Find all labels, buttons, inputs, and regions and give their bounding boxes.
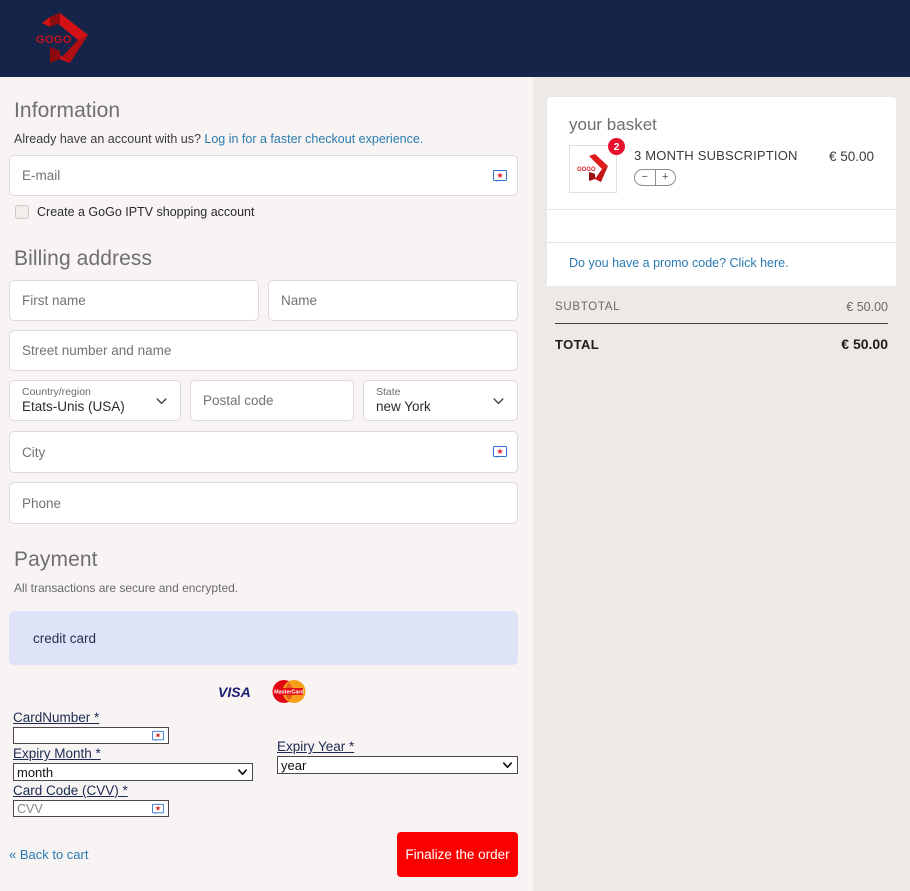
order-summary-column: your basket GOGO 2 3 MONTH SUBSCRIPTION …	[533, 77, 910, 891]
visa-icon: VISA	[218, 684, 251, 699]
last-name-placeholder: Name	[281, 293, 318, 308]
first-name-placeholder: First name	[22, 293, 86, 308]
total-label: TOTAL	[555, 336, 600, 352]
email-placeholder: E-mail	[22, 168, 61, 183]
card-brand-logos: VISA MasterCard	[9, 679, 518, 704]
create-account-label: Create a GoGo IPTV shopping account	[37, 205, 255, 219]
chevron-down-icon	[238, 769, 247, 776]
card-left-column: CardNumber * ★ Expiry Month * month Card…	[9, 710, 273, 819]
expiry-month-value: month	[17, 764, 54, 780]
credit-card-method[interactable]: credit card	[9, 611, 518, 665]
svg-text:VISA: VISA	[218, 684, 251, 699]
svg-text:★: ★	[496, 447, 503, 456]
city-placeholder: City	[22, 444, 46, 460]
billing-address-title: Billing address	[14, 247, 153, 270]
promo-code-row: Do you have a promo code? Click here.	[547, 242, 896, 286]
subtotal-label: SUBTOTAL	[555, 301, 621, 313]
state-label: State	[376, 386, 401, 398]
checkout-form-column: Information Already have an account with…	[0, 77, 533, 891]
svg-text:GOGO: GOGO	[36, 34, 72, 46]
quantity-badge: 2	[608, 138, 625, 155]
last-name-field[interactable]: Name	[268, 280, 518, 321]
account-prompt-text: Already have an account with us?	[14, 132, 201, 146]
chevron-down-icon	[156, 397, 167, 404]
svg-text:★: ★	[155, 804, 161, 812]
expiry-month-select[interactable]: month	[13, 763, 253, 781]
promo-code-link[interactable]: Do you have a promo code? Click here.	[569, 256, 789, 270]
cvv-label: Card Code (CVV) *	[13, 783, 128, 798]
quantity-stepper[interactable]: − +	[634, 169, 676, 186]
card-number-input[interactable]: ★	[13, 727, 169, 744]
city-field[interactable]: City ★	[9, 431, 518, 473]
basket-spacer	[547, 210, 896, 242]
site-header: GOGO	[0, 0, 910, 77]
email-field[interactable]: E-mail ★	[9, 155, 518, 196]
checkout-page: Information Already have an account with…	[0, 77, 910, 891]
finalize-order-button[interactable]: Finalize the order	[397, 832, 518, 877]
basket-item-details: 3 MONTH SUBSCRIPTION − +	[617, 145, 829, 186]
payment-title: Payment	[14, 548, 98, 571]
product-logo-icon: GOGO	[577, 154, 608, 182]
credit-card-label: credit card	[33, 630, 97, 646]
form-footer: « Back to cart Finalize the order	[9, 832, 518, 877]
state-value: new York	[376, 399, 431, 414]
chevron-down-icon	[503, 762, 512, 769]
cvv-placeholder: CVV	[17, 801, 43, 816]
secure-note: All transactions are secure and encrypte…	[14, 581, 239, 595]
phone-field[interactable]: Phone	[9, 482, 518, 524]
card-details-grid: CardNumber * ★ Expiry Month * month Card…	[9, 710, 518, 819]
expiry-year-label: Expiry Year *	[277, 739, 355, 754]
create-account-row[interactable]: Create a GoGo IPTV shopping account	[15, 205, 518, 219]
quantity-increase-button[interactable]: +	[654, 170, 676, 185]
quantity-decrease-button[interactable]: −	[635, 170, 655, 185]
postal-code-field[interactable]: Postal code	[190, 380, 354, 421]
back-to-cart-link[interactable]: « Back to cart	[9, 847, 88, 862]
gogo-logo[interactable]: GOGO	[26, 9, 98, 69]
svg-text:★: ★	[496, 171, 503, 180]
account-prompt: Already have an account with us? Log in …	[14, 132, 518, 146]
basket-item-name: 3 MONTH SUBSCRIPTION	[634, 148, 798, 163]
expiry-year-value: year	[281, 757, 307, 773]
phone-placeholder: Phone	[22, 495, 62, 511]
expiry-year-select[interactable]: year	[277, 756, 518, 774]
create-account-checkbox[interactable]	[15, 205, 29, 219]
street-field[interactable]: Street number and name	[9, 330, 518, 371]
postal-code-placeholder: Postal code	[203, 393, 274, 408]
information-title: Information	[14, 99, 121, 122]
login-link[interactable]: Log in for a faster checkout experience.	[204, 132, 423, 146]
country-postal-state-row: Country/region Etats-Unis (USA) Postal c…	[9, 380, 518, 430]
svg-text:GOGO: GOGO	[577, 167, 596, 173]
gogo-logo-icon: GOGO	[36, 13, 88, 63]
card-number-label: CardNumber *	[13, 710, 100, 725]
total-value: € 50.00	[841, 336, 888, 352]
country-select[interactable]: Country/region Etats-Unis (USA)	[9, 380, 181, 421]
mastercard-icon: MasterCard	[272, 680, 306, 703]
country-label: Country/region	[22, 386, 91, 398]
basket-line-item: GOGO 2 3 MONTH SUBSCRIPTION − + € 50.00	[547, 138, 896, 210]
subtotal-value: € 50.00	[846, 300, 888, 314]
basket-item-price: € 50.00	[828, 149, 874, 164]
street-placeholder: Street number and name	[22, 343, 172, 358]
state-select[interactable]: State new York	[363, 380, 518, 421]
cvv-input[interactable]: CVV ★	[13, 800, 169, 817]
country-value: Etats-Unis (USA)	[22, 399, 125, 414]
basket-card: your basket GOGO 2 3 MONTH SUBSCRIPTION …	[547, 97, 896, 286]
first-name-field[interactable]: First name	[9, 280, 259, 321]
card-right-column: Expiry Year * year	[273, 710, 518, 819]
basket-title: your basket	[569, 115, 657, 134]
name-row: First name Name	[9, 280, 518, 330]
expiry-month-label: Expiry Month *	[13, 746, 101, 761]
chevron-down-icon	[493, 397, 504, 404]
autofill-icon[interactable]: ★	[152, 803, 164, 815]
product-thumbnail-wrap: GOGO 2	[569, 138, 625, 193]
autofill-icon[interactable]: ★	[493, 169, 507, 183]
svg-text:MasterCard: MasterCard	[274, 690, 304, 696]
autofill-icon[interactable]: ★	[152, 730, 164, 742]
svg-text:★: ★	[155, 731, 161, 739]
subtotal-row: SUBTOTAL € 50.00	[555, 300, 888, 324]
autofill-icon[interactable]: ★	[493, 445, 507, 459]
total-row: TOTAL € 50.00	[555, 324, 888, 352]
totals-block: SUBTOTAL € 50.00 TOTAL € 50.00	[547, 286, 896, 352]
